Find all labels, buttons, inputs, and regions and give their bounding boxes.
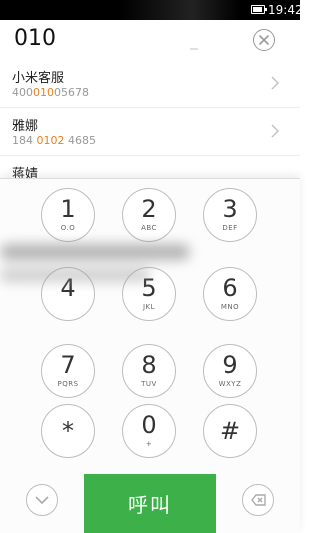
dial-input-bar: 010 — [0, 20, 300, 60]
backspace-button[interactable] — [242, 484, 274, 516]
result-item[interactable]: 雅娜 184 0102 4685 — [0, 108, 300, 156]
key-hash[interactable]: # — [203, 404, 257, 458]
key-3[interactable]: 3 DEF — [203, 188, 257, 242]
contact-number: 40001005678 — [12, 86, 89, 99]
chevron-right-icon[interactable] — [270, 123, 280, 139]
status-bar-blur — [120, 0, 240, 20]
result-item[interactable]: 小米客服 40001005678 — [0, 60, 300, 108]
key-1[interactable]: 1 O.O — [41, 188, 95, 242]
contact-name: 小米客服 — [12, 71, 65, 86]
key-9[interactable]: 9 WXYZ — [203, 344, 257, 398]
key-star[interactable]: * — [41, 404, 95, 458]
key-8[interactable]: 8 TUV — [122, 344, 176, 398]
clear-button[interactable] — [253, 29, 275, 51]
collapse-keypad-button[interactable] — [26, 484, 58, 516]
blurred-text-line — [0, 244, 190, 260]
chevron-right-icon[interactable] — [270, 75, 280, 91]
result-item[interactable]: 蒋婧 — [0, 156, 300, 180]
dialed-number[interactable]: 010 — [14, 26, 56, 51]
key-7[interactable]: 7 PQRS — [41, 344, 95, 398]
blurred-popup-overlay — [0, 236, 190, 296]
contact-name: 雅娜 — [12, 119, 39, 134]
close-icon — [259, 35, 269, 45]
key-0[interactable]: 0 + — [122, 404, 176, 458]
input-underline — [190, 48, 198, 50]
call-button-label: 呼叫 — [128, 493, 172, 517]
chevron-down-icon — [34, 495, 49, 504]
dialer-bottom-bar: 呼叫 — [0, 472, 300, 533]
status-time: 19:42 — [268, 3, 303, 17]
status-bar: 19:42 — [0, 0, 303, 20]
blurred-text-line — [0, 268, 150, 282]
contact-number: 184 0102 4685 — [12, 134, 96, 147]
search-results-list: 小米客服 40001005678 雅娜 184 0102 4685 蒋婧 — [0, 60, 300, 180]
backspace-icon — [250, 493, 266, 506]
call-button[interactable]: 呼叫 — [84, 474, 216, 533]
battery-icon — [251, 5, 267, 14]
key-6[interactable]: 6 MNO — [203, 267, 257, 321]
key-2[interactable]: 2 ABC — [122, 188, 176, 242]
